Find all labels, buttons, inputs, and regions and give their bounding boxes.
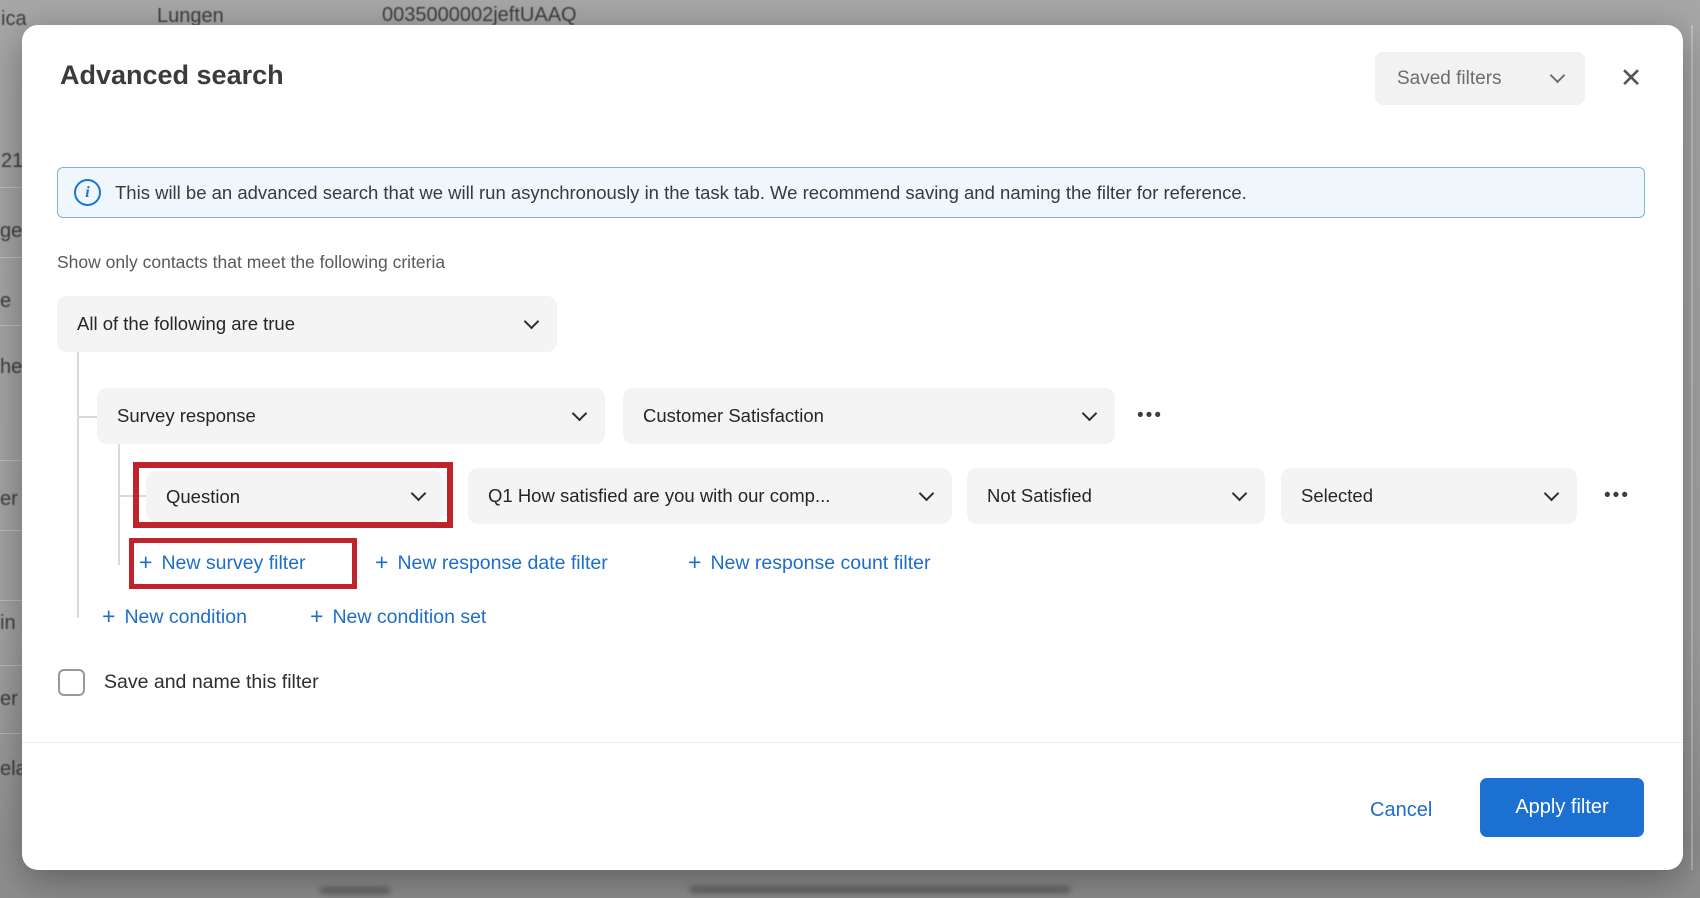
chevron-down-icon <box>1232 485 1248 501</box>
survey-value: Customer Satisfaction <box>643 405 824 427</box>
bg-blurred-text <box>320 887 390 894</box>
question-field-value: Question <box>166 486 240 508</box>
bg-table-text: 21 <box>1 150 23 173</box>
chevron-down-icon <box>919 485 935 501</box>
choice-value: Not Satisfied <box>987 485 1092 507</box>
group-operator-value: All of the following are true <box>77 313 295 335</box>
bg-row-divider <box>0 460 24 461</box>
chevron-down-icon <box>572 405 588 421</box>
bg-table-text: in <box>0 612 16 635</box>
question-dropdown[interactable]: Q1 How satisfied are you with our comp..… <box>468 468 952 524</box>
bg-table-text: ica <box>1 8 27 31</box>
bg-row-divider <box>0 325 24 326</box>
cancel-button[interactable]: Cancel <box>1362 795 1440 826</box>
plus-icon: + <box>375 549 388 576</box>
bg-table-text: ge <box>0 220 22 243</box>
plus-icon: + <box>139 549 152 576</box>
condition-type-value: Survey response <box>117 405 256 427</box>
chevron-down-icon <box>1544 485 1560 501</box>
bg-table-text: er <box>0 488 18 511</box>
new-condition-link[interactable]: + New condition <box>102 605 247 630</box>
question-value: Q1 How satisfied are you with our comp..… <box>488 485 830 507</box>
group-operator-dropdown[interactable]: All of the following are true <box>57 296 557 352</box>
close-button[interactable]: ✕ <box>1610 57 1652 99</box>
apply-filter-button[interactable]: Apply filter <box>1480 778 1644 837</box>
bg-table-text: 0035000002jeftUAAQ <box>382 4 577 27</box>
more-options-icon[interactable]: ••• <box>1127 388 1173 444</box>
new-response-count-filter-link[interactable]: + New response count filter <box>688 551 930 576</box>
state-value: Selected <box>1301 485 1373 507</box>
state-dropdown[interactable]: Selected <box>1281 468 1577 524</box>
bg-row-divider <box>0 733 24 734</box>
footer-divider <box>22 742 1683 743</box>
tree-connector-vertical <box>118 444 120 565</box>
bg-blurred-text <box>690 886 1070 893</box>
screen: ica Lungen 0035000002jeftUAAQ 21 ge e he… <box>0 0 1700 898</box>
tree-connector-vertical <box>77 352 79 618</box>
criteria-label: Show only contacts that meet the followi… <box>57 252 445 273</box>
info-banner: i This will be an advanced search that w… <box>57 167 1645 218</box>
chevron-down-icon <box>1550 68 1566 84</box>
tree-connector-horizontal <box>77 416 99 418</box>
bg-table-text: e <box>0 290 11 313</box>
new-survey-filter-link[interactable]: + New survey filter <box>139 551 306 576</box>
tree-connector-horizontal <box>118 495 146 497</box>
bg-row-divider <box>0 530 24 531</box>
info-banner-text: This will be an advanced search that we … <box>115 182 1247 204</box>
survey-dropdown[interactable]: Customer Satisfaction <box>623 388 1115 444</box>
bg-scrollbar <box>1691 25 1693 870</box>
bg-table-text: he <box>0 356 22 379</box>
chevron-down-icon <box>1082 405 1098 421</box>
plus-icon: + <box>310 603 323 630</box>
new-response-date-filter-link[interactable]: + New response date filter <box>375 551 608 576</box>
choice-dropdown[interactable]: Not Satisfied <box>967 468 1265 524</box>
bg-row-divider <box>0 257 24 258</box>
info-icon: i <box>74 179 101 206</box>
plus-icon: + <box>102 603 115 630</box>
save-filter-checkbox[interactable] <box>58 669 85 696</box>
new-response-date-filter-label: New response date filter <box>397 552 607 575</box>
bg-row-divider <box>0 600 24 601</box>
page-title: Advanced search <box>60 60 284 91</box>
new-survey-filter-label: New survey filter <box>161 552 305 575</box>
more-options-icon[interactable]: ••• <box>1594 468 1640 524</box>
plus-icon: + <box>688 549 701 576</box>
new-condition-set-label: New condition set <box>332 606 486 629</box>
condition-type-dropdown[interactable]: Survey response <box>97 388 605 444</box>
chevron-down-icon <box>524 313 540 329</box>
saved-filters-label: Saved filters <box>1397 68 1502 90</box>
new-response-count-filter-label: New response count filter <box>710 552 930 575</box>
bg-table-text: er <box>0 688 18 711</box>
chevron-down-icon <box>411 486 427 502</box>
question-field-dropdown[interactable]: Question <box>146 471 444 522</box>
bg-row-divider <box>0 665 24 666</box>
advanced-search-modal: Advanced search Saved filters ✕ i This w… <box>22 25 1683 870</box>
saved-filters-button[interactable]: Saved filters <box>1375 52 1585 105</box>
new-condition-set-link[interactable]: + New condition set <box>310 605 486 630</box>
new-condition-label: New condition <box>124 606 246 629</box>
save-filter-label[interactable]: Save and name this filter <box>104 671 319 694</box>
bg-row-divider <box>0 187 24 188</box>
